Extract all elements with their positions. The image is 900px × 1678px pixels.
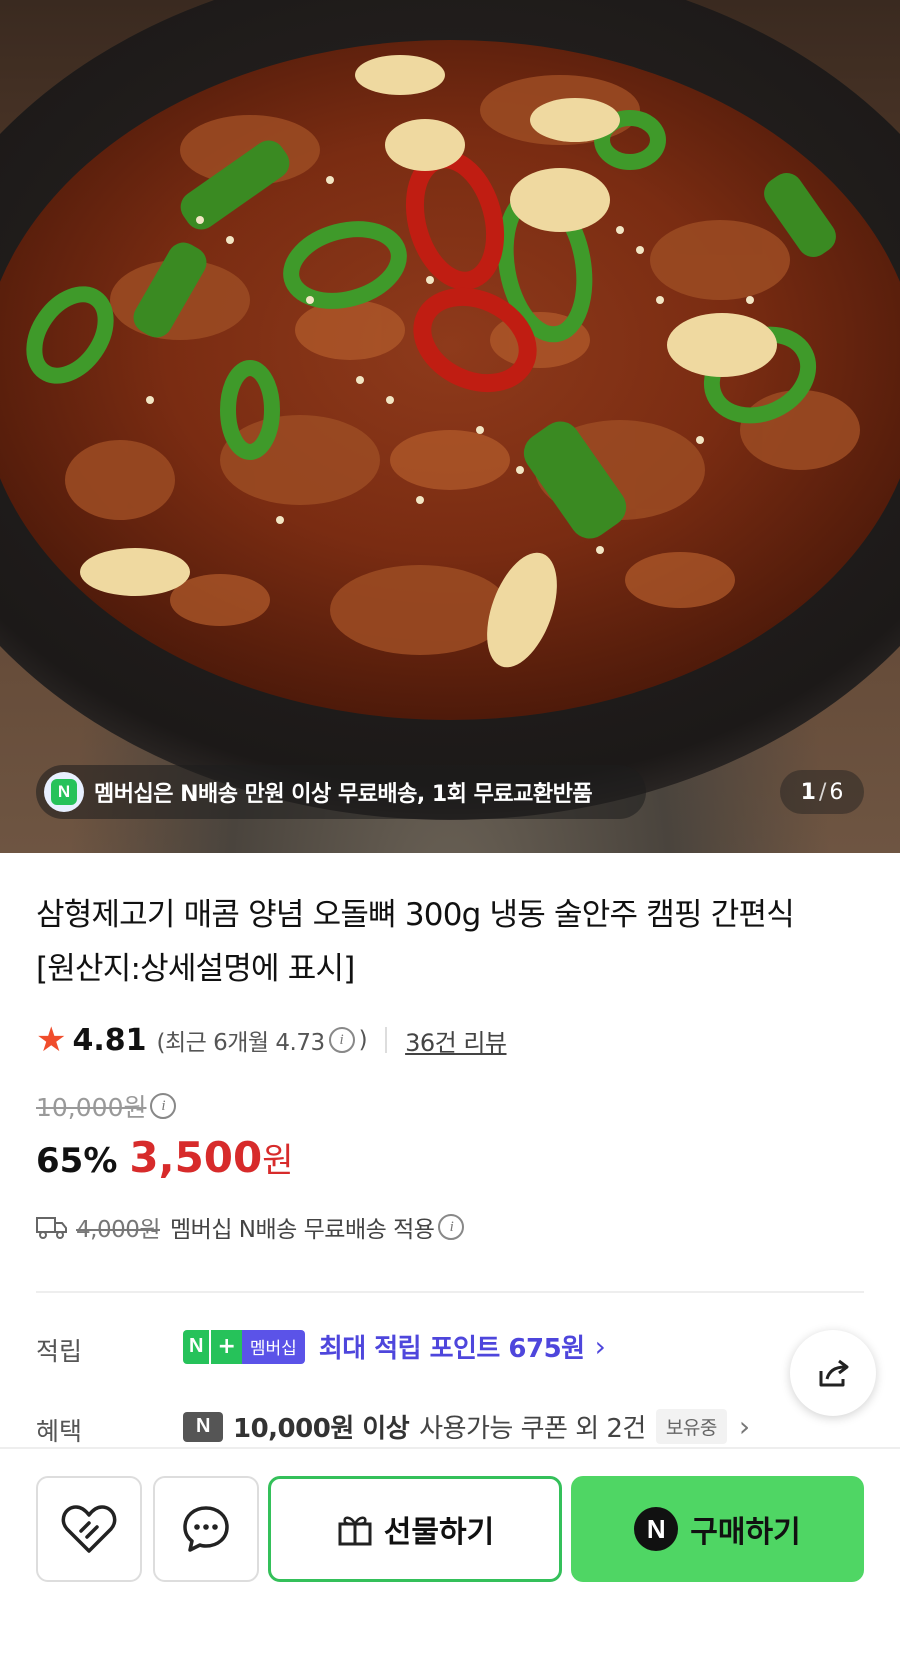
sale-price: 3,500 bbox=[129, 1133, 263, 1182]
price-info-icon[interactable]: i bbox=[150, 1093, 177, 1119]
membership-notice[interactable]: N 멤버십은 N배송 만원 이상 무료배송, 1회 무료교환반품 bbox=[36, 765, 646, 819]
heart-icon bbox=[61, 1505, 117, 1553]
buy-button[interactable]: N 구매하기 bbox=[571, 1476, 864, 1582]
gift-button[interactable]: 선물하기 bbox=[268, 1476, 562, 1582]
badge-plus: + bbox=[209, 1329, 242, 1364]
points-row[interactable]: N + 멤버십 최대 적립 포인트 675원 › bbox=[183, 1328, 606, 1365]
gift-button-label: 선물하기 bbox=[383, 1515, 495, 1550]
star-icon: ★ bbox=[36, 1020, 67, 1060]
original-price-row: 10,000원 i bbox=[36, 1088, 180, 1124]
sale-price-row: 65% 3,500 원 bbox=[36, 1133, 294, 1182]
share-button[interactable] bbox=[790, 1330, 876, 1416]
gift-icon bbox=[338, 1516, 372, 1546]
image-counter-separator: / bbox=[818, 779, 827, 805]
badge-n: N bbox=[183, 1329, 210, 1364]
shipping-fee-original: 4,000원 bbox=[76, 1217, 161, 1243]
naver-n-icon: N bbox=[183, 1411, 223, 1442]
rating-row: ★ 4.81 (최근 6개월 4.73 i ) 36건 리뷰 bbox=[36, 1020, 507, 1060]
membership-notice-text: 멤버십은 N배송 만원 이상 무료배송, 1회 무료교환반품 bbox=[94, 782, 593, 807]
coupon-text: 사용가능 쿠폰 외 2건 bbox=[419, 1414, 646, 1444]
food-photo bbox=[0, 0, 900, 820]
coupon-amount: 10,000원 이상 bbox=[233, 1414, 410, 1444]
original-price: 10,000원 bbox=[36, 1093, 147, 1122]
sale-price-unit: 원 bbox=[262, 1141, 294, 1181]
talk-button[interactable] bbox=[153, 1476, 259, 1582]
image-counter-total: 6 bbox=[829, 779, 844, 805]
naver-pay-icon: N bbox=[634, 1507, 679, 1551]
discount-percent: 65% bbox=[36, 1141, 118, 1181]
chat-bubble-icon bbox=[183, 1506, 229, 1552]
shipping-text: 멤버십 N배송 무료배송 적용 bbox=[170, 1217, 435, 1243]
product-image[interactable]: N 멤버십은 N배송 만원 이상 무료배송, 1회 무료교환반품 1 / 6 bbox=[0, 0, 900, 853]
chevron-right-icon: › bbox=[738, 1410, 750, 1443]
owned-tag: 보유중 bbox=[655, 1409, 727, 1444]
recent-rating: (최근 6개월 4.73 bbox=[156, 1030, 326, 1056]
npay-membership-icon: N bbox=[44, 772, 84, 812]
section-divider bbox=[36, 1291, 864, 1293]
share-icon bbox=[819, 1359, 849, 1387]
shipping-row: 4,000원 멤버십 N배송 무료배송 적용 i bbox=[36, 1210, 468, 1244]
truck-icon bbox=[36, 1217, 67, 1239]
image-counter: 1 / 6 bbox=[780, 770, 864, 814]
product-title: 삼형제고기 매콤 양념 오돌뼈 300g 냉동 술안주 캠핑 간편식 [원산지:… bbox=[36, 897, 795, 987]
image-counter-current: 1 bbox=[800, 779, 816, 805]
wishlist-button[interactable] bbox=[36, 1476, 142, 1582]
divider bbox=[385, 1027, 388, 1053]
max-points-text: 최대 적립 포인트 675원 bbox=[318, 1334, 585, 1364]
badge-membership: 멤버십 bbox=[241, 1329, 305, 1364]
info-icon[interactable]: i bbox=[328, 1027, 355, 1053]
bottom-action-bar: 선물하기 N 구매하기 bbox=[0, 1447, 900, 1678]
rating-score: 4.81 bbox=[72, 1022, 147, 1058]
npay-membership-badge: N + 멤버십 bbox=[183, 1329, 305, 1364]
recent-rating-close: ) bbox=[358, 1027, 368, 1053]
points-label: 적립 bbox=[36, 1337, 83, 1366]
chevron-right-icon: › bbox=[594, 1330, 606, 1363]
benefit-label: 혜택 bbox=[36, 1417, 83, 1446]
shipping-info-icon[interactable]: i bbox=[438, 1214, 465, 1240]
benefit-row[interactable]: N 10,000원 이상 사용가능 쿠폰 외 2건 보유중 › bbox=[183, 1408, 750, 1445]
buy-button-label: 구매하기 bbox=[690, 1515, 801, 1550]
review-count-link[interactable]: 36건 리뷰 bbox=[405, 1023, 507, 1058]
